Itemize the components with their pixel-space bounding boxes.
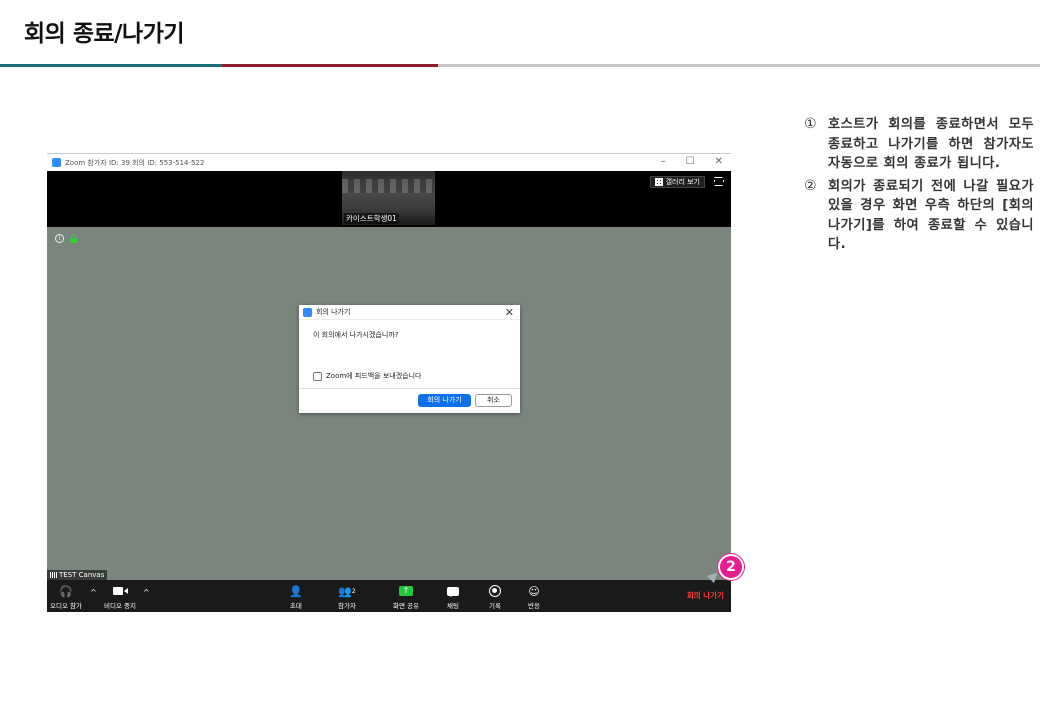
feedback-checkbox-label: Zoom에 피드백을 보내겠습니다: [326, 372, 422, 380]
video-options-caret-icon[interactable]: ^: [143, 588, 150, 597]
feedback-checkbox-row[interactable]: Zoom에 피드백을 보내겠습니다: [313, 371, 421, 381]
underline-segment-gray: [438, 64, 1040, 67]
dialog-title: 회의 나가기: [316, 308, 351, 316]
invite-label: 초대: [289, 602, 302, 610]
reaction-emoji-icon: ☺: [528, 584, 540, 598]
record-icon: [489, 584, 501, 598]
instruction-text: 회의가 종료되기 전에 나갈 필요가 있을 경우 화면 우측 하단의 [회의 나…: [828, 178, 1034, 253]
feedback-checkbox[interactable]: [313, 371, 322, 381]
participant-thumbnail[interactable]: 카이스트학생01: [342, 171, 435, 225]
leave-meeting-button[interactable]: 회의 나가기: [687, 590, 724, 601]
instructions: ① 호스트가 회의를 종료하면서 모두 종료하고 나가기를 하면 참가자도 자동…: [804, 115, 1034, 258]
dialog-header: 회의 나가기 ✕: [299, 305, 520, 320]
add-user-icon: 👤: [289, 584, 303, 598]
instruction-number: ①: [804, 116, 817, 132]
grid-icon: [654, 178, 663, 186]
video-camera-icon: [112, 584, 128, 598]
chat-bubble-icon: [447, 584, 459, 598]
participant-name-label: 카이스트학생01: [344, 213, 399, 224]
network-label: TEST Canvas: [47, 570, 108, 580]
zoom-logo-icon: [303, 307, 312, 317]
zoom-window: Zoom 참가자 ID: 39 회의 ID: 553-514-522 – ☐ ✕…: [47, 153, 731, 612]
cancel-button[interactable]: 취소: [475, 394, 512, 407]
headphones-icon: 🎧: [59, 584, 73, 598]
share-screen-label: 화면 공유: [393, 602, 419, 610]
instruction-number: ②: [804, 177, 817, 194]
underline-segment-teal: [0, 64, 222, 67]
reactions-button[interactable]: ☺ 반응: [528, 584, 540, 611]
slide-title: 회의 종료/나가기: [24, 21, 185, 47]
participants-icon: 👥 2: [338, 584, 356, 598]
invite-button[interactable]: 👤 초대: [289, 584, 303, 611]
video-filmstrip: 카이스트학생01 갤러리 보기: [47, 171, 731, 227]
maximize-icon[interactable]: ☐: [686, 156, 695, 167]
reactions-label: 반응: [528, 602, 540, 610]
chat-label: 채팅: [447, 602, 459, 610]
zoom-logo-icon: [52, 158, 61, 167]
dialog-message: 이 회의에서 나가시겠습니까?: [313, 331, 399, 339]
signal-bars-icon: [50, 572, 57, 578]
stop-video-button[interactable]: 비디오 중지: [104, 584, 136, 610]
minimize-icon[interactable]: –: [661, 156, 666, 167]
participants-count: 2: [351, 587, 356, 595]
fullscreen-icon[interactable]: [714, 177, 724, 186]
dialog-close-icon[interactable]: ✕: [505, 306, 514, 319]
share-screen-button[interactable]: ↑ 화면 공유: [393, 584, 419, 610]
record-button[interactable]: 기록: [489, 584, 501, 610]
window-controls: – ☐ ✕: [661, 156, 723, 167]
share-screen-icon: ↑: [399, 584, 413, 598]
window-titlebar[interactable]: Zoom 참가자 ID: 39 회의 ID: 553-514-522 – ☐ ✕: [47, 153, 731, 171]
dialog-divider: [299, 388, 520, 389]
thumbnail-ceiling-lights: [342, 179, 435, 193]
instruction-item: ① 호스트가 회의를 종료하면서 모두 종료하고 나가기를 하면 참가자도 자동…: [804, 115, 1034, 174]
audio-join-label: 오디오 참가: [50, 602, 82, 610]
network-label-text: TEST Canvas: [59, 571, 105, 579]
lock-icon[interactable]: [70, 235, 77, 243]
leave-meeting-dialog: 회의 나가기 ✕ 이 회의에서 나가시겠습니까? Zoom에 피드백을 보내겠습…: [299, 305, 520, 413]
chat-button[interactable]: 채팅: [447, 584, 459, 610]
audio-join-button[interactable]: 🎧 오디오 참가: [50, 584, 82, 611]
meeting-toolbar: 🎧 오디오 참가 ^ 비디오 중지 ^ 👤 초대 👥 2 참가자 ↑ 화면 공유 …: [47, 580, 731, 612]
instruction-item: ② 회의가 종료되기 전에 나갈 필요가 있을 경우 화면 우측 하단의 [회의…: [804, 177, 1034, 255]
audio-options-caret-icon[interactable]: ^: [90, 588, 97, 597]
title-underline: [0, 64, 1040, 67]
close-icon[interactable]: ✕: [715, 156, 723, 167]
gallery-view-label: 갤러리 보기: [665, 178, 700, 186]
step-marker: 2: [718, 554, 744, 580]
gallery-view-button[interactable]: 갤러리 보기: [649, 176, 705, 188]
record-label: 기록: [489, 602, 501, 610]
participants-button[interactable]: 👥 2 참가자: [338, 584, 356, 611]
confirm-leave-button[interactable]: 회의 나가기: [418, 394, 471, 407]
instruction-text: 호스트가 회의를 종료하면서 모두 종료하고 나가기를 하면 참가자도 자동으로…: [828, 117, 1034, 171]
underline-segment-maroon: [222, 64, 438, 67]
meeting-info-icon[interactable]: i: [55, 234, 64, 243]
window-title: Zoom 참가자 ID: 39 회의 ID: 553-514-522: [65, 158, 205, 167]
stop-video-label: 비디오 중지: [104, 602, 136, 610]
participants-label: 참가자: [338, 602, 356, 610]
